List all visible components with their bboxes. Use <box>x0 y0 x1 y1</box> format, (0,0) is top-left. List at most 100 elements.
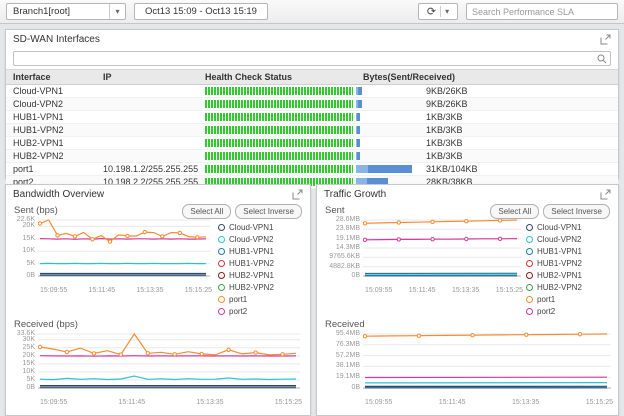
traffic-received-chart <box>362 331 615 398</box>
legend-label: Cloud-VPN1 <box>537 222 582 232</box>
sdwan-interfaces-panel: SD-WAN Interfaces Interface IP Health Ch… <box>5 29 619 189</box>
device-selector[interactable]: Branch1[root] ▾ <box>6 3 126 20</box>
table-row[interactable]: HUB1-VPN2 1KB/3KB <box>6 124 618 137</box>
legend-label: HUB2-VPN1 <box>229 270 274 280</box>
table-row[interactable]: Cloud-VPN1 9KB/26KB <box>6 85 618 98</box>
table-row[interactable]: HUB2-VPN2 1KB/3KB <box>6 150 618 163</box>
legend-item-HUB1-VPN1[interactable]: HUB1-VPN1 <box>218 245 304 257</box>
panel-title: Traffic Growth <box>324 188 387 200</box>
series-marker-icon <box>218 283 225 291</box>
expand-icon[interactable] <box>600 34 611 45</box>
series-marker-icon <box>526 235 533 243</box>
col-ip[interactable]: IP <box>96 72 198 82</box>
search-icon <box>597 51 607 69</box>
select-inverse-button[interactable]: Select Inverse <box>235 204 302 219</box>
legend-item-HUB1-VPN1[interactable]: HUB1-VPN1 <box>526 245 612 257</box>
x-axis-labels: 15:09:55 15:11:45 15:13:35 15:15:25 <box>40 399 302 406</box>
y-axis-labels: 95.4MB 76.3MB 57.2MB 38.1MB 19.1MB 0B <box>335 330 360 391</box>
series-marker-icon <box>526 307 533 315</box>
interface-name: Cloud-VPN1 <box>13 86 64 96</box>
bytes-bar <box>356 165 412 173</box>
panel-title: SD-WAN Interfaces <box>13 33 100 45</box>
legend-item-Cloud-VPN1[interactable]: Cloud-VPN1 <box>218 221 304 233</box>
legend-label: HUB1-VPN2 <box>537 258 582 268</box>
chevron-down-icon: ▾ <box>109 4 125 19</box>
series-marker-icon <box>218 259 225 267</box>
series-marker-icon <box>218 247 225 255</box>
health-check-bar <box>205 87 353 95</box>
series-marker-icon <box>218 295 225 303</box>
y-axis-labels: 28.6MB 23.8MB 19.1MB 14.3MB 9765.6KB 4882.8KB… <box>329 216 360 279</box>
table-row[interactable]: Cloud-VPN2 9KB/26KB <box>6 98 618 111</box>
legend-label: HUB1-VPN2 <box>229 258 274 268</box>
time-range-button[interactable]: Oct13 15:09 - Oct13 15:19 <box>134 3 268 20</box>
bytes-bar <box>356 113 360 121</box>
series-marker-icon <box>526 223 533 231</box>
traffic-growth-panel: Traffic Growth Sent Select All Select In… <box>316 184 619 416</box>
legend-label: HUB2-VPN2 <box>537 282 582 292</box>
legend-item-HUB2-VPN2[interactable]: HUB2-VPN2 <box>218 281 304 293</box>
series-marker-icon <box>526 247 533 255</box>
legend-item-Cloud-VPN1[interactable]: Cloud-VPN1 <box>526 221 612 233</box>
table-row[interactable]: port1 10.198.1.2/255.255.255.248 31KB/10… <box>6 163 618 176</box>
y-axis-labels: 22.6K 20K 15K 10K 5K 0B <box>16 216 35 279</box>
interfaces-filter-input[interactable] <box>13 50 611 66</box>
bandwidth-received-chart <box>37 331 304 398</box>
col-interface[interactable]: Interface <box>6 72 96 82</box>
bytes-bar <box>356 126 360 134</box>
select-all-button[interactable]: Select All <box>490 204 540 219</box>
panel-title: Bandwidth Overview <box>13 188 105 200</box>
bytes-value: 1KB/3KB <box>426 151 463 161</box>
legend-label: port1 <box>229 294 248 304</box>
legend-item-HUB2-VPN1[interactable]: HUB2-VPN1 <box>526 269 612 281</box>
legend-item-port1[interactable]: port1 <box>218 293 304 305</box>
received-label: Received (bps) <box>14 319 78 330</box>
table-row[interactable]: HUB2-VPN1 1KB/3KB <box>6 137 618 150</box>
select-all-button[interactable]: Select All <box>182 204 232 219</box>
bytes-value: 1KB/3KB <box>426 138 463 148</box>
series-legend: Cloud-VPN1 Cloud-VPN2 HUB1-VPN1 HUB1-VPN2 HU… <box>218 221 304 317</box>
legend-item-port2[interactable]: port2 <box>526 305 612 317</box>
legend-label: HUB1-VPN1 <box>537 246 582 256</box>
interfaces-table-body: Cloud-VPN1 9KB/26KB Cloud-VPN2 9KB/26KB … <box>6 85 618 189</box>
legend-item-Cloud-VPN2[interactable]: Cloud-VPN2 <box>526 233 612 245</box>
series-marker-icon <box>526 259 533 267</box>
expand-icon[interactable] <box>292 189 303 200</box>
col-health[interactable]: Health Check Status <box>198 72 356 82</box>
bytes-bar <box>356 100 362 108</box>
legend-item-HUB1-VPN2[interactable]: HUB1-VPN2 <box>218 257 304 269</box>
topbar: Branch1[root] ▾ Oct13 15:09 - Oct13 15:1… <box>0 0 624 24</box>
health-check-bar <box>205 165 353 173</box>
interface-name: HUB1-VPN2 <box>13 125 64 135</box>
select-inverse-button[interactable]: Select Inverse <box>543 204 610 219</box>
legend-item-HUB2-VPN1[interactable]: HUB2-VPN1 <box>218 269 304 281</box>
series-marker-icon <box>526 295 533 303</box>
health-check-bar <box>205 139 353 147</box>
series-marker-icon <box>526 271 533 279</box>
health-check-bar <box>205 152 353 160</box>
interface-name: HUB2-VPN2 <box>13 151 64 161</box>
search-input[interactable] <box>466 3 618 20</box>
refresh-button[interactable]: ⟳ ▾ <box>418 3 458 20</box>
legend-item-port2[interactable]: port2 <box>218 305 304 317</box>
sent-label: Sent <box>325 205 345 216</box>
interface-name: HUB2-VPN1 <box>13 138 64 148</box>
legend-item-HUB2-VPN2[interactable]: HUB2-VPN2 <box>526 281 612 293</box>
x-axis-labels: 15:09:55 15:11:45 15:13:35 15:15:25 <box>365 399 613 406</box>
table-row[interactable]: HUB1-VPN1 1KB/3KB <box>6 111 618 124</box>
legend-item-port1[interactable]: port1 <box>526 293 612 305</box>
legend-label: port2 <box>537 306 556 316</box>
bytes-value: 9KB/26KB <box>426 86 468 96</box>
divider <box>440 6 442 17</box>
legend-label: HUB2-VPN1 <box>537 270 582 280</box>
bandwidth-overview-panel: Bandwidth Overview Sent (bps) Select All… <box>5 184 311 416</box>
bandwidth-sent-chart <box>37 217 214 286</box>
legend-label: HUB2-VPN2 <box>229 282 274 292</box>
bytes-value: 1KB/3KB <box>426 112 463 122</box>
expand-icon[interactable] <box>600 189 611 200</box>
legend-label: port1 <box>537 294 556 304</box>
col-bytes[interactable]: Bytes(Sent/Received) <box>356 72 618 82</box>
legend-item-HUB1-VPN2[interactable]: HUB1-VPN2 <box>526 257 612 269</box>
legend-item-Cloud-VPN2[interactable]: Cloud-VPN2 <box>218 233 304 245</box>
interface-name: HUB1-VPN1 <box>13 112 64 122</box>
